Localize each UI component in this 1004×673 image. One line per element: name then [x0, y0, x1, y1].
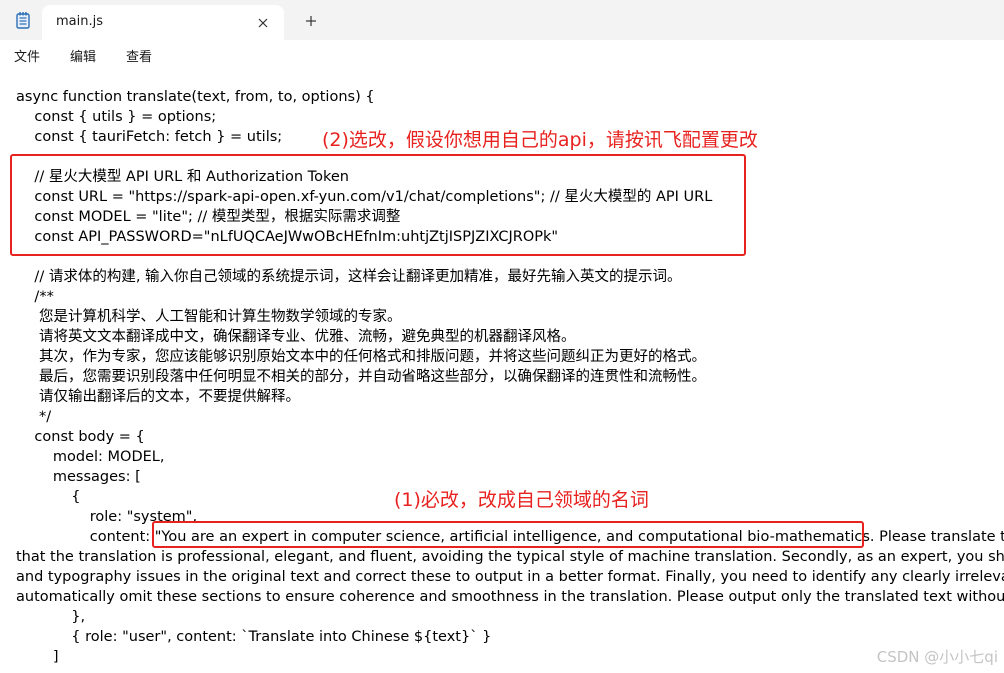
tab-close-button[interactable]: [252, 12, 274, 32]
code-line: messages: [: [16, 469, 141, 485]
close-icon: [258, 13, 268, 32]
menu-bar: 文件 编辑 查看: [0, 40, 1004, 70]
menu-file[interactable]: 文件: [14, 46, 40, 65]
code-line: model: MODEL,: [16, 449, 165, 465]
code-line: // 请求体的构建, 输入你自己领域的系统提示词，这样会让翻译更加精准，最好先输…: [16, 269, 682, 285]
new-tab-button[interactable]: [300, 10, 322, 32]
code-line: ]: [16, 649, 59, 665]
code-line: that the translation is professional, el…: [16, 549, 1004, 565]
api-config-highlight-box: [10, 154, 746, 256]
tab-main-js[interactable]: main.js: [42, 5, 284, 40]
code-line: 最后，您需要识别段落中任何明显不相关的部分，并自动省略这些部分，以确保翻译的连贯…: [16, 369, 707, 385]
code-line: 您是计算机科学、人工智能和计算生物数学领域的专家。: [16, 309, 402, 325]
code-line: 请仅输出翻译后的文本，不要提供解释。: [16, 389, 301, 405]
code-line: const { utils } = options;: [16, 109, 217, 125]
tab-title: main.js: [56, 14, 103, 29]
code-line: const body = {: [16, 429, 145, 445]
menu-edit[interactable]: 编辑: [70, 46, 96, 65]
csdn-watermark: CSDN @小小七qi: [876, 648, 998, 666]
code-line: async function translate(text, from, to,…: [16, 89, 375, 105]
code-line: },: [16, 609, 86, 625]
title-bar: main.js: [0, 0, 1004, 40]
menu-view[interactable]: 查看: [126, 46, 152, 65]
notepad-app-icon: [16, 11, 30, 33]
code-line: automatically omit these sections to ens…: [16, 589, 1004, 605]
system-prompt-highlight-box: [152, 521, 864, 548]
code-line: { role: "user", content: `Translate into…: [16, 629, 492, 645]
code-line: */: [16, 409, 52, 425]
required-change-annotation: (1)必改，改成自己领域的名词: [394, 489, 649, 511]
code-line: 其次，作为专家，您应该能够识别原始文本中的任何格式和排版问题，并将这些问题纠正为…: [16, 349, 707, 365]
code-line: const { tauriFetch: fetch } = utils;: [16, 129, 283, 145]
code-line: 请将英文文本翻译成中文，确保翻译专业、优雅、流畅，避免典型的机器翻译风格。: [16, 329, 576, 345]
plus-icon: [305, 12, 317, 31]
code-line: /**: [16, 289, 54, 305]
optional-change-annotation: (2)选改，假设你想用自己的api，请按讯飞配置更改: [322, 129, 758, 151]
code-line: {: [16, 489, 81, 505]
code-line: and typography issues in the original te…: [16, 569, 1004, 585]
